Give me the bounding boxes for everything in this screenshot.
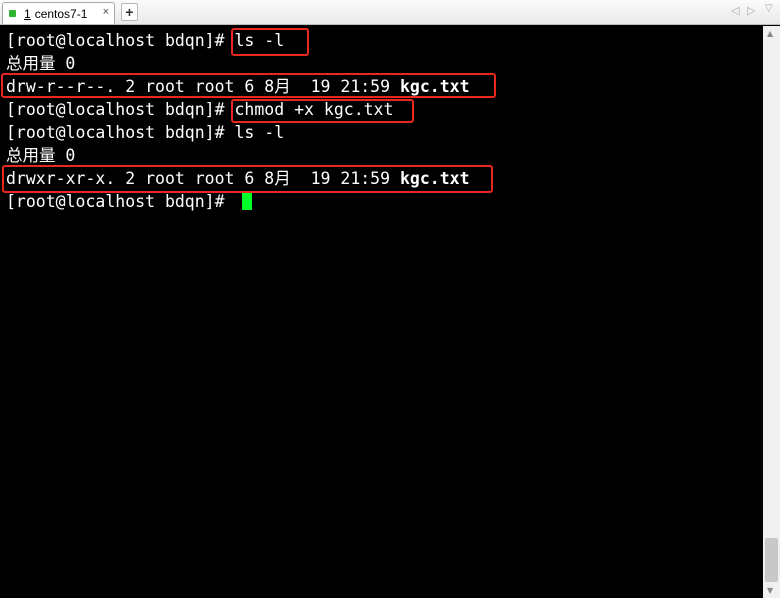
terminal-line: [root@localhost bdqn]# ls -l (6, 121, 284, 144)
prompt: [root@localhost bdqn]# (6, 31, 235, 50)
terminal-line: [root@localhost bdqn]# (6, 190, 253, 213)
tab-session[interactable]: 1 centos7-1 × (2, 2, 115, 24)
session-status-icon (9, 10, 16, 17)
tab-title: centos7-1 (34, 6, 88, 21)
scroll-down-icon[interactable]: ▼ (767, 586, 773, 595)
scroll-up-icon[interactable]: ▲ (767, 29, 773, 38)
highlight-box (231, 99, 414, 123)
terminal-line: 总用量 0 (6, 144, 75, 167)
prompt: [root@localhost bdqn]# (6, 192, 235, 211)
scrollbar[interactable]: ▲ ▼ (763, 26, 780, 598)
terminal-line: 总用量 0 (6, 52, 75, 75)
tab-menu-icon[interactable]: ▽ (765, 3, 773, 14)
scroll-thumb[interactable] (765, 538, 778, 582)
text-cursor (242, 192, 253, 210)
prompt: [root@localhost bdqn]# (6, 100, 235, 119)
output-text: 总用量 0 (6, 146, 76, 165)
tab-bar: 1 centos7-1 × + ◁ ▷ ▽ (0, 0, 780, 25)
tab-close-icon[interactable]: × (103, 6, 109, 18)
tab-next-icon[interactable]: ▷ (747, 4, 755, 17)
add-tab-button[interactable]: + (121, 3, 138, 21)
tab-number: 1 (24, 6, 31, 21)
prompt: [root@localhost bdqn]# (6, 123, 235, 142)
tab-prev-icon[interactable]: ◁ (731, 4, 739, 17)
highlight-box (1, 73, 496, 98)
terminal-output[interactable]: [root@localhost bdqn]# ls -l 总用量 0 drw-r… (0, 26, 763, 598)
highlight-box (2, 165, 493, 193)
command: ls -l (234, 123, 285, 142)
output-text: 总用量 0 (6, 54, 76, 73)
highlight-box (231, 28, 309, 56)
